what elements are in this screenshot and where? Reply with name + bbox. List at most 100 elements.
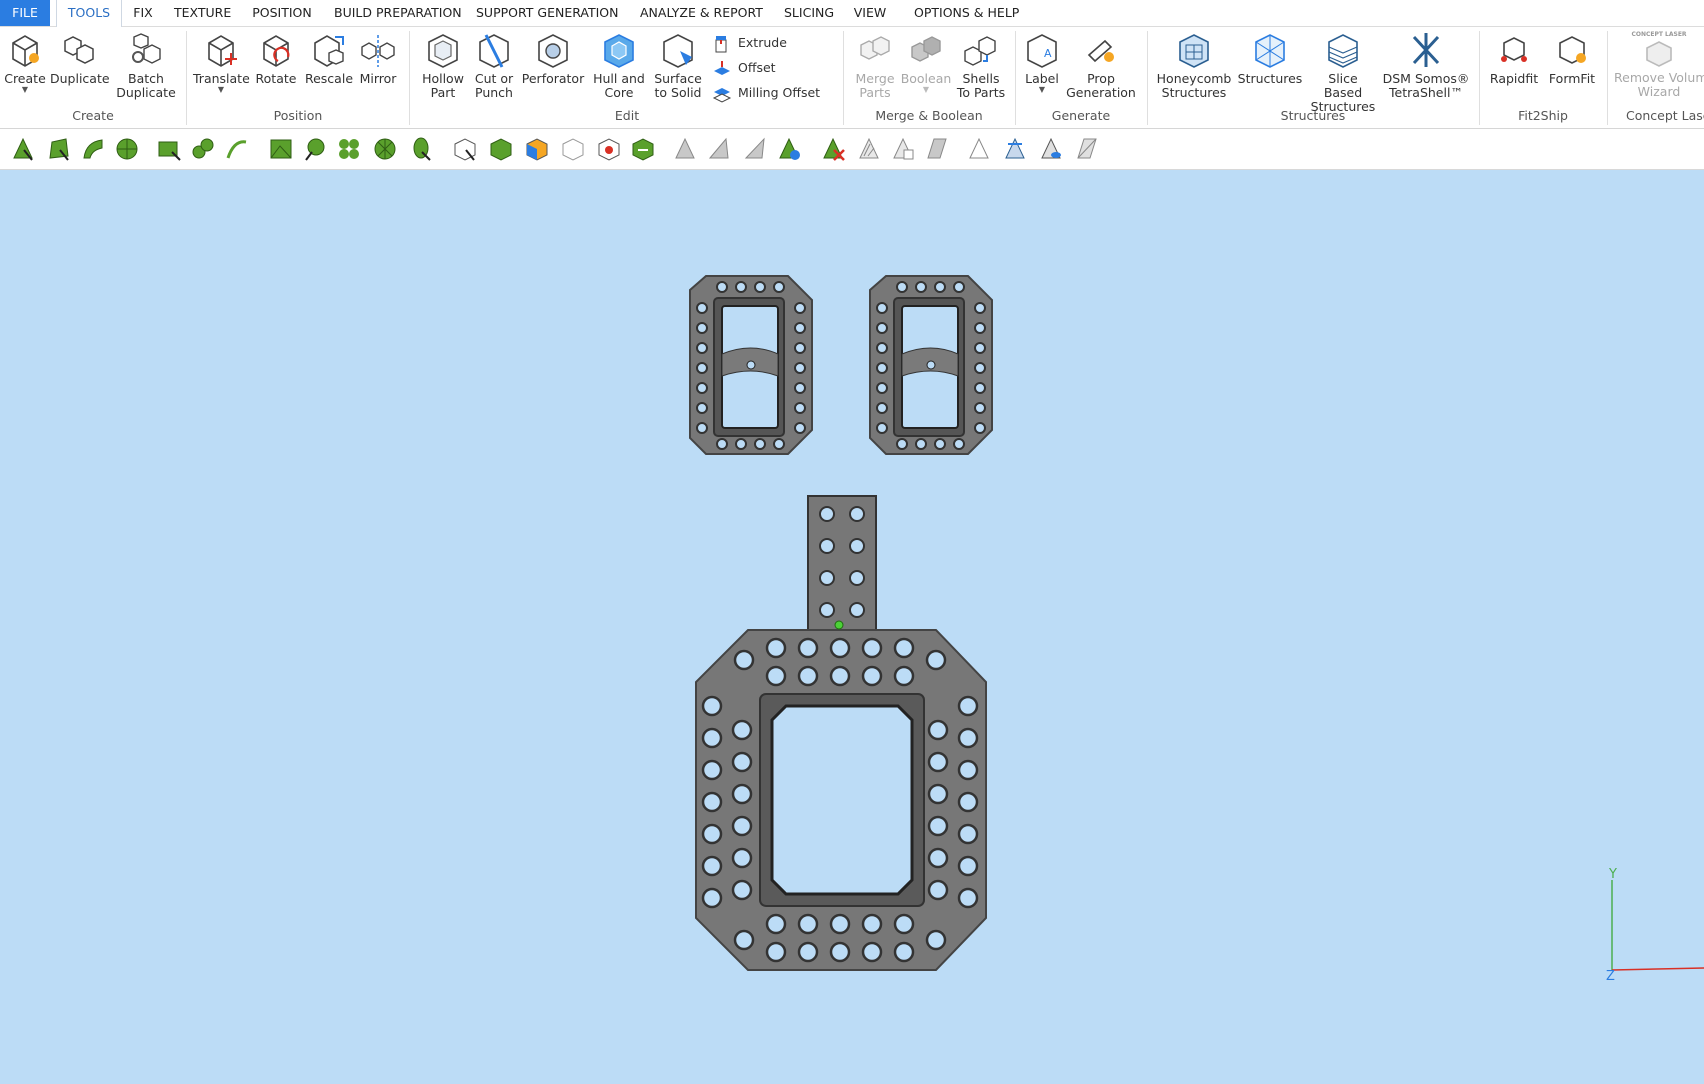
select-triangle-icon[interactable] bbox=[10, 136, 36, 162]
select-curve-icon[interactable] bbox=[80, 136, 106, 162]
triangle-shrink-icon[interactable] bbox=[742, 136, 768, 162]
surface-to-solid-button[interactable]: Surface to Solid bbox=[650, 31, 706, 100]
batch-duplicate-button[interactable]: Batch Duplicate bbox=[114, 31, 178, 100]
selection-toolbar bbox=[0, 129, 1704, 170]
triangle-grow-icon[interactable] bbox=[706, 136, 732, 162]
rotate-button[interactable]: Rotate bbox=[253, 31, 299, 86]
tab-tools[interactable]: TOOLS bbox=[56, 0, 122, 27]
triangle-plane-icon[interactable] bbox=[924, 136, 950, 162]
select-sphere-grid-icon[interactable] bbox=[372, 136, 398, 162]
prop-generation-icon bbox=[1087, 39, 1114, 63]
translate-button[interactable]: Translate ▼ bbox=[193, 31, 250, 94]
select-overlap-icon[interactable] bbox=[596, 136, 622, 162]
triangle-copy-icon[interactable] bbox=[890, 136, 916, 162]
earring-part-left[interactable] bbox=[689, 275, 813, 455]
milling-offset-button[interactable]: Milling Offset bbox=[712, 82, 820, 104]
ribbon: Create ▼ Duplicate Batch Duplicate Creat… bbox=[0, 27, 1704, 129]
select-rectangle-icon[interactable] bbox=[156, 136, 182, 162]
milling-offset-icon bbox=[712, 87, 732, 103]
selection-point-marker bbox=[834, 620, 844, 630]
hull-and-core-button[interactable]: Hull and Core bbox=[590, 31, 648, 100]
select-line-icon[interactable] bbox=[224, 136, 250, 162]
tab-position[interactable]: POSITION bbox=[251, 0, 313, 26]
duplicate-button[interactable]: Duplicate bbox=[50, 31, 110, 86]
tab-texture[interactable]: TEXTURE bbox=[174, 0, 231, 26]
extrude-button[interactable]: Extrude bbox=[712, 32, 787, 54]
cut-or-punch-button[interactable]: Cut or Punch bbox=[470, 31, 518, 100]
dsm-somos-tetrashell-button[interactable]: DSM Somos® TetraShell™ bbox=[1382, 31, 1470, 100]
group-label-concept-laser: Concept Lase bbox=[1626, 108, 1704, 123]
tab-analyze-report[interactable]: ANALYZE & REPORT bbox=[640, 0, 763, 26]
tab-support-generation[interactable]: SUPPORT GENERATION bbox=[476, 0, 619, 26]
remove-volume-wizard-button[interactable]: CONCEPT LASER Remove Volum Wizard bbox=[1614, 31, 1704, 99]
hull-core-icon bbox=[604, 34, 634, 68]
mirror-icon bbox=[361, 35, 395, 67]
prop-generation-button[interactable]: Prop Generation bbox=[1064, 31, 1138, 100]
triangle-remove-icon[interactable] bbox=[1074, 136, 1100, 162]
mirror-button[interactable]: Mirror bbox=[356, 31, 400, 86]
shells-to-parts-icon bbox=[964, 36, 996, 66]
hollow-part-icon bbox=[428, 34, 458, 68]
select-flower-icon[interactable] bbox=[336, 136, 362, 162]
tab-view[interactable]: VIEW bbox=[853, 0, 887, 26]
select-all-parts-icon[interactable] bbox=[488, 136, 514, 162]
honeycomb-icon bbox=[1179, 34, 1209, 68]
group-label-edit: Edit bbox=[614, 108, 640, 123]
tab-slicing[interactable]: SLICING bbox=[784, 0, 834, 26]
group-label-create: Create bbox=[72, 108, 114, 123]
tab-build-preparation[interactable]: BUILD PREPARATION bbox=[334, 0, 462, 26]
tab-file[interactable]: FILE bbox=[0, 0, 50, 26]
triangle-grey-icon[interactable] bbox=[672, 136, 698, 162]
tab-options-help[interactable]: OPTIONS & HELP bbox=[914, 0, 1019, 26]
honeycomb-structures-button[interactable]: Honeycomb Structures bbox=[1156, 31, 1232, 100]
shells-to-parts-button[interactable]: Shells To Parts bbox=[954, 31, 1008, 100]
create-button[interactable]: Create ▼ bbox=[2, 31, 48, 94]
hollow-part-button[interactable]: Hollow Part bbox=[418, 31, 468, 100]
slice-based-structures-button[interactable]: Slice Based Structures bbox=[1308, 31, 1378, 114]
y-axis-label: Y bbox=[1608, 867, 1617, 882]
deselect-part-icon[interactable] bbox=[560, 136, 586, 162]
rapidfit-button[interactable]: Rapidfit bbox=[1488, 31, 1540, 86]
rescale-icon bbox=[314, 35, 344, 67]
group-label-fit2ship: Fit2Ship bbox=[1518, 108, 1568, 123]
boolean-button[interactable]: Boolean ▼ bbox=[900, 31, 952, 94]
boolean-icon bbox=[911, 36, 941, 62]
triangle-globe-icon[interactable] bbox=[776, 136, 802, 162]
offset-button[interactable]: Offset bbox=[712, 57, 776, 79]
z-axis-label: Z bbox=[1606, 969, 1615, 984]
select-leaf-icon[interactable] bbox=[408, 136, 434, 162]
group-label-generate: Generate bbox=[1051, 108, 1111, 123]
rapidfit-icon bbox=[1501, 37, 1527, 62]
group-label-structures: Structures bbox=[1280, 108, 1346, 123]
formfit-button[interactable]: FormFit bbox=[1544, 31, 1600, 86]
dropdown-arrow-icon: ▼ bbox=[21, 85, 29, 94]
pendant-part[interactable] bbox=[695, 495, 987, 971]
offset-icon bbox=[714, 60, 730, 75]
select-part-icon[interactable] bbox=[452, 136, 478, 162]
rescale-button[interactable]: Rescale bbox=[304, 31, 354, 86]
delete-triangles-icon[interactable] bbox=[820, 136, 846, 162]
batch-duplicate-icon bbox=[132, 33, 161, 64]
create-cube-icon bbox=[12, 35, 39, 67]
merge-parts-button[interactable]: Merge Parts bbox=[850, 31, 900, 100]
dropdown-arrow-icon: ▼ bbox=[217, 85, 225, 94]
color-part-icon[interactable] bbox=[524, 136, 550, 162]
invert-selection-icon[interactable] bbox=[630, 136, 656, 162]
select-plane-icon[interactable] bbox=[268, 136, 294, 162]
select-shells-icon[interactable] bbox=[190, 136, 216, 162]
select-surface-icon[interactable] bbox=[46, 136, 72, 162]
remove-volume-icon bbox=[1646, 41, 1672, 67]
select-sphere-icon[interactable] bbox=[114, 136, 140, 162]
earring-part-right[interactable] bbox=[869, 275, 993, 455]
scene-canvas[interactable]: Y Z bbox=[0, 170, 1704, 1080]
select-brush-icon[interactable] bbox=[302, 136, 328, 162]
triangle-outline-icon[interactable] bbox=[966, 136, 992, 162]
tab-fix[interactable]: FIX bbox=[130, 0, 156, 26]
label-button[interactable]: A Label ▼ bbox=[1022, 31, 1062, 94]
triangle-eye-icon[interactable] bbox=[1038, 136, 1064, 162]
triangle-blue-icon[interactable] bbox=[1002, 136, 1028, 162]
structures-button[interactable]: Structures bbox=[1236, 31, 1304, 86]
triangle-hatch-icon[interactable] bbox=[856, 136, 882, 162]
3d-viewport[interactable]: Y Z bbox=[0, 170, 1704, 1080]
perforator-button[interactable]: Perforator bbox=[520, 31, 586, 86]
